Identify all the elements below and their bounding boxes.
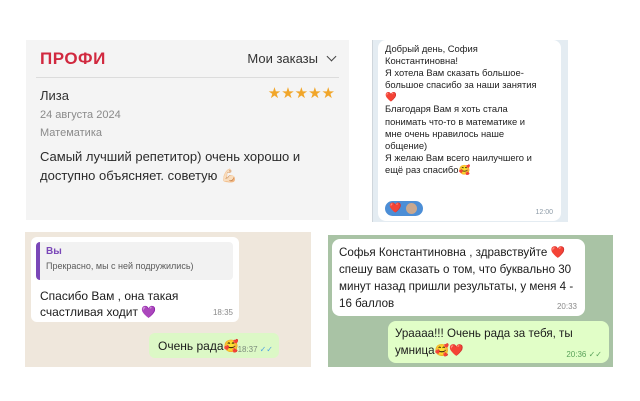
reaction-badge[interactable]: ❤️ [385, 201, 423, 216]
rating-stars: ★ ★ ★ ★ ★ [268, 86, 335, 101]
message-time: 18:37 ✓✓ [238, 345, 273, 354]
whatsapp-chat: Вы Прекрасно, мы с ней подружились) Спас… [25, 232, 311, 367]
heart-icon: ❤️ [389, 203, 402, 214]
message-time: 18:35 [212, 308, 233, 317]
star-icon: ★ [294, 84, 309, 102]
avatar [406, 203, 418, 214]
message-time: 12:00 [535, 209, 553, 216]
message-text: Добрый день, София Константиновна! Я хот… [385, 43, 537, 175]
message-time: 20:36 ✓✓ [566, 350, 602, 359]
profi-review-card: ПРОФИ Мои заказы Лиза ★ ★ ★ ★ ★ 24 авгус… [26, 40, 349, 220]
review-text: Самый лучший репетитор) очень хорошо и д… [40, 147, 335, 185]
message-time: 20:33 [556, 302, 577, 311]
read-ticks-icon: ✓✓ [259, 345, 273, 354]
message-text: Софья Константиновна , здравствуйте ❤️ с… [339, 246, 574, 310]
star-icon: ★ [281, 84, 295, 102]
star-icon: ★ [308, 84, 322, 102]
outgoing-message: Ураааа!!! Очень рада за тебя, ты умница🥰… [388, 321, 609, 363]
review-line: Самый лучший репетитор) очень хорошо и [40, 149, 301, 164]
quote-text: Прекрасно, мы с ней подружились) [46, 261, 194, 271]
time-label: 18:37 [237, 345, 258, 354]
my-orders-label: Мои заказы [247, 51, 318, 66]
message-bubble: Добрый день, София Константиновна! Я хот… [378, 40, 561, 221]
incoming-message: Вы Прекрасно, мы с ней подружились) Спас… [31, 237, 239, 322]
profi-header: ПРОФИ Мои заказы [26, 40, 349, 77]
message-text: Спасибо Вам , она такая счастливая ходит… [40, 289, 179, 319]
review-date: 24 августа 2024 [40, 109, 121, 121]
message-text: Ураааа!!! Очень рада за тебя, ты умница🥰… [395, 327, 573, 357]
quote-author: Вы [46, 246, 62, 257]
quoted-reply[interactable]: Вы Прекрасно, мы с ней подружились) [36, 242, 233, 280]
review-subject: Математика [40, 127, 102, 139]
outgoing-message: Очень рада🥰 18:37 ✓✓ [149, 333, 279, 358]
chevron-down-icon [326, 51, 337, 62]
my-orders-menu[interactable]: Мои заказы [247, 51, 337, 66]
incoming-message: Софья Константиновна , здравствуйте ❤️ с… [332, 239, 585, 316]
star-icon: ★ [267, 84, 282, 102]
review-body: Лиза ★ ★ ★ ★ ★ 24 августа 2024 Математик… [26, 78, 349, 185]
star-icon: ★ [321, 84, 335, 102]
review-line: доступно объясняет. советую 💪🏻 [40, 168, 238, 183]
message-text: Очень рада🥰 [158, 339, 239, 353]
chat-screenshot-thanks: Добрый день, София Константиновна! Я хот… [372, 40, 568, 222]
telegram-chat: Софья Константиновна , здравствуйте ❤️ с… [328, 235, 613, 367]
profi-logo[interactable]: ПРОФИ [40, 49, 106, 69]
